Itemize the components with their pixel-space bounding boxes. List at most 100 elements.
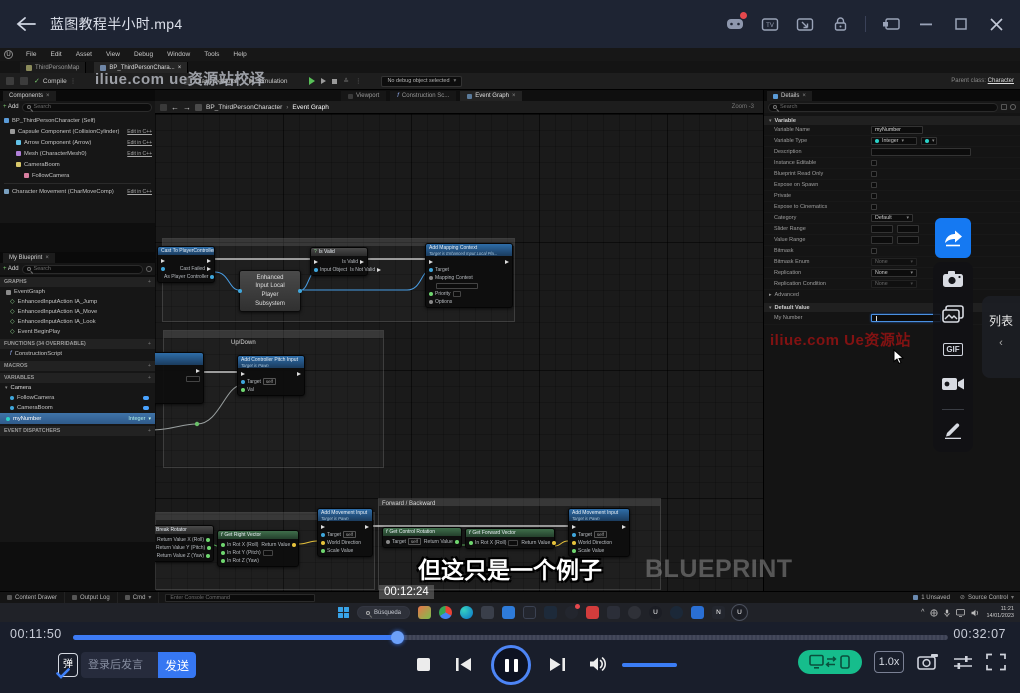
tree-row-followcamera[interactable]: FollowCamera xyxy=(0,170,155,181)
device-cast-toggle[interactable] xyxy=(798,650,862,674)
start-button[interactable] xyxy=(338,607,349,618)
playback-speed-button[interactable]: 1.0x xyxy=(874,651,904,673)
node-get-forward-vector[interactable]: fGet Forward Vector In Rot X (Roll)Retur… xyxy=(465,528,555,549)
add-macro-icon[interactable]: + xyxy=(148,363,151,369)
screen-share-icon[interactable] xyxy=(795,14,815,34)
taskbar-search[interactable]: Búsqueda xyxy=(357,606,410,619)
tree-row-cameraboom[interactable]: CameraBoom xyxy=(0,159,155,170)
console-command-input[interactable]: Enter Console Command xyxy=(165,594,315,602)
details-search-input[interactable]: Search xyxy=(768,103,998,112)
taskbar-icon-media[interactable] xyxy=(544,606,557,619)
lock-icon[interactable] xyxy=(830,14,850,34)
taskbar-icon-chrome[interactable] xyxy=(439,606,452,619)
minimize-button[interactable] xyxy=(916,14,936,34)
value-range-max[interactable] xyxy=(897,236,919,244)
taskbar-icon-photos[interactable] xyxy=(418,606,431,619)
tree-row-self[interactable]: BP_ThirdPersonCharacter (Self) xyxy=(0,115,155,126)
section-functions[interactable]: FUNCTIONS (34 OVERRIDABLE)+ xyxy=(0,339,155,349)
taskbar-icon-red-app[interactable] xyxy=(586,606,599,619)
node-add-mapping-context[interactable]: Add Mapping ContextTarget is Enhanced In… xyxy=(425,243,513,308)
tray-expand-icon[interactable]: ^ xyxy=(921,609,924,616)
volume-slider[interactable] xyxy=(622,663,677,667)
add-function-icon[interactable]: + xyxy=(148,341,151,347)
container-type-dropdown[interactable]: ▾ xyxy=(921,137,937,145)
menu-help[interactable]: Help xyxy=(226,51,253,58)
edit-in-cpp-link[interactable]: Edit in C++ xyxy=(127,140,152,146)
menu-tools[interactable]: Tools xyxy=(197,51,226,58)
edit-in-cpp-link[interactable]: Edit in C++ xyxy=(127,129,152,135)
taskbar-icon-dark-app[interactable] xyxy=(607,606,620,619)
tree-row-charmove[interactable]: Character Movement (CharMoveComp)Edit in… xyxy=(0,186,155,197)
browse-icon[interactable] xyxy=(20,77,28,85)
node-add-movement-input-2[interactable]: Add Movement InputTarget is Pawn Targets… xyxy=(568,508,630,557)
myblueprint-search-input[interactable]: Search xyxy=(22,265,143,274)
pause-button[interactable] xyxy=(491,645,531,685)
save-icon[interactable] xyxy=(6,77,14,85)
menu-file[interactable]: File xyxy=(19,51,43,58)
tab-event-graph[interactable]: Event Graph× xyxy=(460,91,522,101)
taskbar-icon-epic[interactable] xyxy=(628,606,641,619)
variable-name-field[interactable]: myNumber xyxy=(871,126,923,134)
next-button[interactable] xyxy=(549,657,566,672)
menu-edit[interactable]: Edit xyxy=(43,51,68,58)
video-area[interactable]: U File Edit Asset View Debug Window Tool… xyxy=(0,48,1020,622)
replication-dropdown[interactable]: None▾ xyxy=(871,269,917,277)
settings-sliders-icon[interactable] xyxy=(952,653,974,671)
share-button[interactable] xyxy=(935,218,971,258)
private-checkbox[interactable] xyxy=(871,193,877,199)
description-field[interactable] xyxy=(871,148,971,156)
visibility-eye-icon[interactable] xyxy=(143,406,149,410)
node-break-rotator[interactable]: Break Rotator Return Value X (Roll) Retu… xyxy=(155,525,214,562)
taskbar-icon-monitor[interactable] xyxy=(523,606,536,619)
slider-range-min[interactable] xyxy=(871,225,893,233)
section-event-dispatchers[interactable]: EVENT DISPATCHERS+ xyxy=(0,426,155,436)
image-gallery-icon[interactable] xyxy=(941,302,965,326)
breadcrumb-root[interactable]: BP_ThirdPersonCharacter xyxy=(206,104,282,111)
add-variable-icon[interactable]: + xyxy=(148,375,151,381)
expose-on-spawn-checkbox[interactable] xyxy=(871,182,877,188)
close-button[interactable] xyxy=(986,14,1006,34)
grid-view-icon[interactable] xyxy=(1001,104,1007,110)
danmaku-toggle[interactable]: 弹 xyxy=(58,653,78,677)
components-search-input[interactable]: Search xyxy=(22,103,152,112)
node-is-valid[interactable]: ?Is Valid Is Valid Input ObjectIs Not Va… xyxy=(310,247,368,276)
tree-row-capsule[interactable]: Capsule Component (CollisionCylinder)Edi… xyxy=(0,126,155,137)
taskbar-icon-unreal-active[interactable]: U xyxy=(733,606,746,619)
parent-class-link[interactable]: Character xyxy=(988,78,1014,84)
taskbar-icon-edge[interactable] xyxy=(460,606,473,619)
progress-knob[interactable] xyxy=(391,631,404,644)
video-capture-icon[interactable] xyxy=(916,652,940,672)
tree-row-arrow[interactable]: Arrow Component (Arrow)Edit in C++ xyxy=(0,137,155,148)
stop-button-ue[interactable] xyxy=(332,79,337,84)
tab-viewport[interactable]: Viewport xyxy=(341,91,386,101)
network-icon[interactable] xyxy=(930,609,938,617)
category-dropdown[interactable]: Default▾ xyxy=(871,214,913,222)
node-input-event-partial[interactable] xyxy=(155,352,204,404)
back-button[interactable] xyxy=(16,16,36,32)
bitmask-checkbox[interactable] xyxy=(871,248,877,254)
add-dispatcher-icon[interactable]: + xyxy=(148,428,151,434)
variable-mynumber-selected[interactable]: myNumberInteger▾ xyxy=(0,413,155,424)
node-cast-to-playercontroller[interactable]: Cast To PlayerController Cast Failed As … xyxy=(157,246,215,283)
menu-view[interactable]: View xyxy=(99,51,127,58)
value-range-min[interactable] xyxy=(871,236,893,244)
menu-debug[interactable]: Debug xyxy=(127,51,160,58)
debug-object-dropdown[interactable]: No debug object selected▾ xyxy=(381,76,462,87)
display-icon[interactable] xyxy=(956,609,965,617)
components-add-button[interactable]: + + AddAdd xyxy=(3,104,19,110)
bookmark-icon[interactable] xyxy=(160,104,167,111)
visibility-eye-icon[interactable] xyxy=(143,396,149,400)
edit-in-cpp-link[interactable]: Edit in C++ xyxy=(127,189,152,195)
graph-canvas[interactable]: Up/Down Forward / Backward xyxy=(155,114,763,591)
unsaved-status[interactable]: 1 Unsaved xyxy=(913,595,950,601)
video-record-icon[interactable] xyxy=(941,372,965,396)
playlist-tab[interactable]: 列表 ‹ xyxy=(982,296,1020,378)
taskbar-icon-notes[interactable]: N xyxy=(712,606,725,619)
item-ia-move[interactable]: ◇EnhancedInputAction IA_Move xyxy=(0,307,155,317)
gif-icon[interactable]: GIF xyxy=(941,337,965,361)
section-macros[interactable]: MACROS+ xyxy=(0,361,155,371)
taskbar-icon-camera[interactable] xyxy=(502,606,515,619)
tree-row-mesh[interactable]: Mesh (CharacterMesh0)Edit in C++ xyxy=(0,148,155,159)
progress-bar[interactable] xyxy=(73,635,948,640)
play-button[interactable] xyxy=(309,77,315,85)
